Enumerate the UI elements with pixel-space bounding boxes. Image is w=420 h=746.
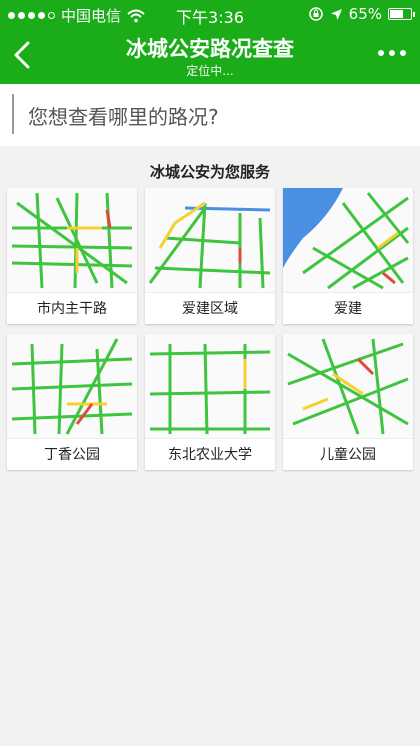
- area-label: 市内主干路: [7, 292, 137, 324]
- area-card-children-park[interactable]: 儿童公园: [283, 334, 413, 470]
- area-card-dingxiang-park[interactable]: 丁香公园: [7, 334, 137, 470]
- location-status: 定位中...: [186, 64, 234, 78]
- traffic-map-thumbnail: [283, 334, 413, 438]
- area-card-aijian[interactable]: 爱建: [283, 188, 413, 324]
- traffic-map-thumbnail: [145, 334, 275, 438]
- search-input[interactable]: 您想查看哪里的路况?: [0, 84, 420, 146]
- back-arrow-icon[interactable]: [10, 40, 36, 70]
- traffic-map-thumbnail: [7, 334, 137, 438]
- area-label: 丁香公园: [7, 438, 137, 470]
- battery-icon: [388, 8, 415, 20]
- area-label: 儿童公园: [283, 438, 413, 470]
- traffic-map-thumbnail: [7, 188, 137, 292]
- search-placeholder: 您想查看哪里的路况?: [28, 105, 219, 129]
- text-cursor: [12, 94, 14, 134]
- area-grid: 市内主干路 爱建区域 爱建 丁香公园 东北农业大学 儿童公园: [7, 188, 413, 470]
- status-bar: 中国电信 下午3:36 65%: [0, 0, 420, 28]
- location-arrow-icon: [330, 8, 342, 20]
- area-label: 东北农业大学: [145, 438, 275, 470]
- lock-rotation-icon: [308, 7, 323, 21]
- area-card-main-roads[interactable]: 市内主干路: [7, 188, 137, 324]
- more-icon[interactable]: [378, 50, 406, 56]
- traffic-map-thumbnail: [283, 188, 413, 292]
- section-title: 冰城公安为您服务: [149, 163, 270, 181]
- area-label: 爱建区域: [145, 292, 275, 324]
- area-label: 爱建: [283, 292, 413, 324]
- area-card-neau[interactable]: 东北农业大学: [145, 334, 275, 470]
- traffic-map-thumbnail: [145, 188, 275, 292]
- page-title: 冰城公安路况查查: [126, 37, 294, 61]
- area-card-aijian-region[interactable]: 爱建区域: [145, 188, 275, 324]
- battery-percent: 65%: [348, 5, 382, 23]
- app-header: 中国电信 下午3:36 65% 冰城公安路况查查 定位中...: [0, 0, 420, 84]
